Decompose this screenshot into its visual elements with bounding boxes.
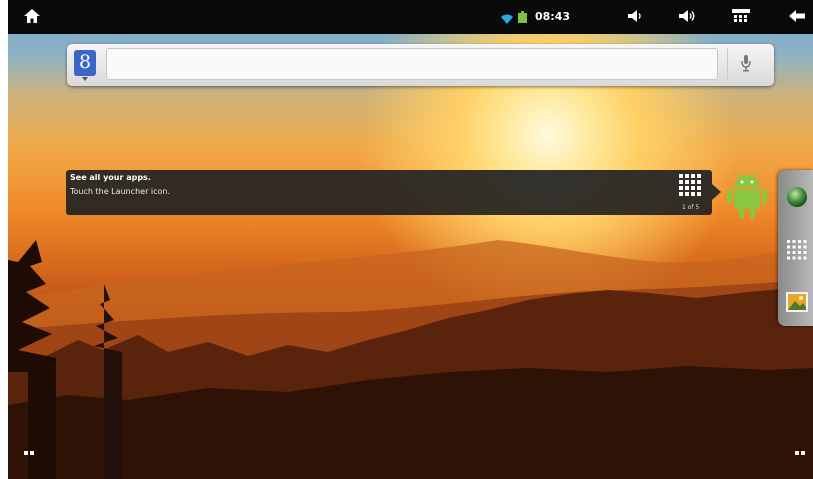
volume-down-icon[interactable] (628, 9, 642, 25)
volume-up-icon[interactable] (679, 9, 696, 25)
search-input[interactable] (106, 48, 718, 80)
hint-text: Touch the Launcher icon. (70, 187, 171, 196)
status-bar: 08:43 (8, 0, 813, 34)
launcher-sidebar (778, 170, 813, 326)
battery-icon (518, 10, 527, 26)
apps-grid-icon (787, 240, 807, 260)
chevron-down-icon (82, 77, 88, 81)
gallery-button[interactable] (786, 292, 808, 312)
home-screen: 08:43 8 See all your apps. Touch the Lau… (8, 0, 813, 479)
google-icon[interactable]: 8 (74, 50, 96, 76)
microphone-icon (741, 55, 751, 76)
page-indicator-right[interactable] (795, 451, 805, 455)
browser-globe-icon (787, 187, 807, 207)
apps-grid-icon (679, 174, 701, 196)
wifi-icon (501, 11, 513, 27)
menu-icon[interactable] (732, 9, 750, 26)
android-mascot-icon[interactable] (724, 167, 770, 221)
hint-title: See all your apps. (70, 173, 151, 182)
voice-search-button[interactable] (727, 48, 766, 80)
browser-button[interactable] (786, 186, 808, 208)
hint-page-indicator: 1 of 5 (682, 204, 700, 211)
hint-pointer (712, 184, 721, 200)
launcher-hint-bubble: See all your apps. Touch the Launcher ic… (66, 170, 712, 215)
home-icon[interactable] (24, 9, 40, 26)
all-apps-button[interactable] (787, 240, 807, 260)
gallery-icon (786, 292, 808, 312)
clock: 08:43 (535, 10, 571, 23)
back-icon[interactable] (789, 9, 805, 25)
google-search-widget: 8 (67, 44, 774, 86)
page-indicator-left[interactable] (24, 451, 34, 455)
